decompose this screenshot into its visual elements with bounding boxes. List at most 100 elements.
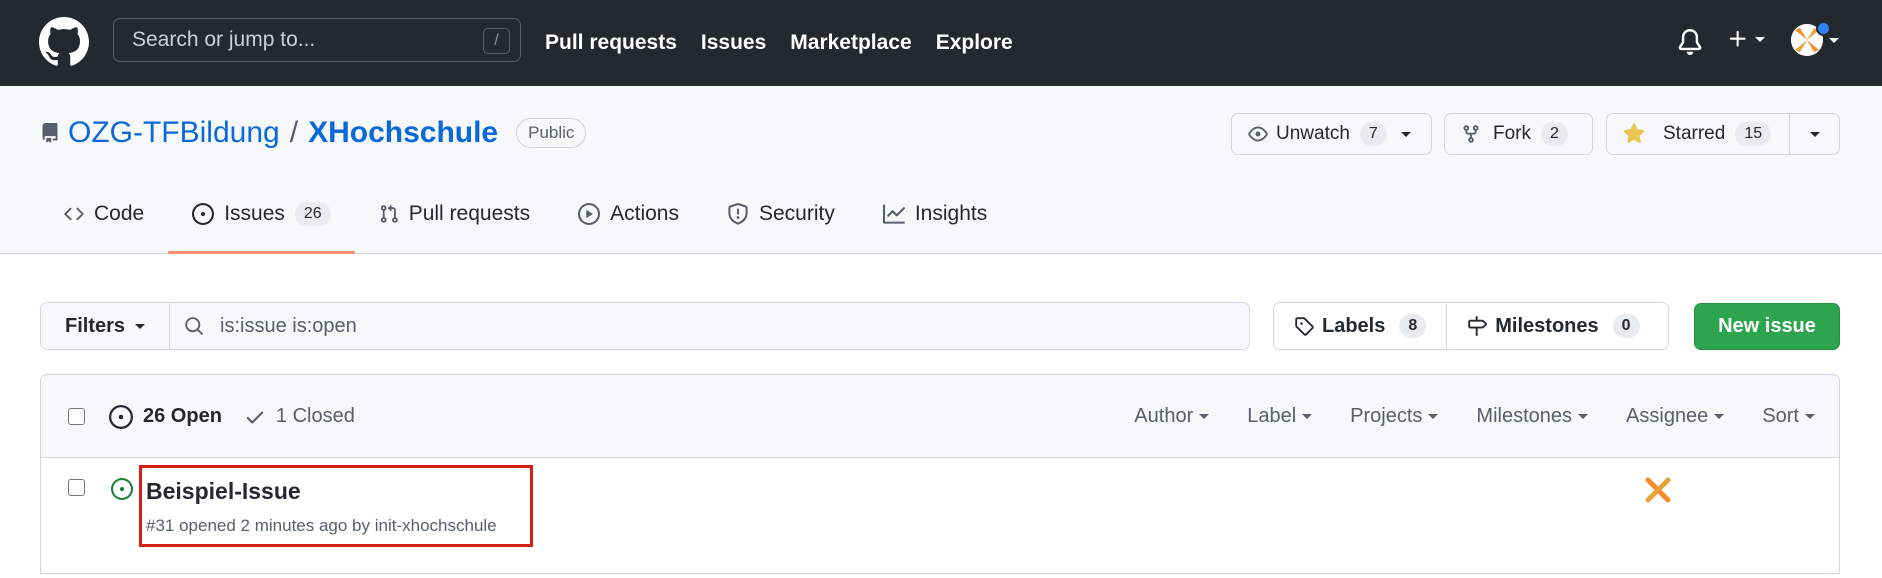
assignee-avatar[interactable] <box>1644 476 1672 504</box>
star-count: 15 <box>1735 122 1772 146</box>
notification-dot <box>1816 21 1831 36</box>
starred-button-group: Starred 15 <box>1606 113 1840 155</box>
projects-filter[interactable]: Projects <box>1350 405 1439 428</box>
star-filled-icon <box>1623 123 1645 143</box>
select-all-checkbox[interactable] <box>68 408 85 425</box>
user-menu[interactable] <box>1791 24 1839 56</box>
milestones-label: Milestones <box>1495 314 1599 337</box>
sort-dropdown[interactable]: Sort <box>1762 405 1815 428</box>
repo-header: OZG-TFBildung / XHochschule Public Unwat… <box>0 86 1882 254</box>
issue-filter-bar: Filters is:issue is:open <box>40 302 1250 350</box>
milestones-filter[interactable]: Milestones <box>1476 405 1589 428</box>
tab-label: Insights <box>914 202 988 225</box>
issue-list-filters: Author Label Projects Milestones Assigne… <box>1134 375 1815 458</box>
filter-label: Milestones <box>1476 405 1573 427</box>
global-search-input[interactable]: Search or jump to... / <box>113 18 521 62</box>
repo-owner-link[interactable]: OZG-TFBildung <box>68 116 280 150</box>
bell-icon[interactable] <box>1677 28 1703 56</box>
table-row[interactable]: Beispiel-Issue #31 opened 2 minutes ago … <box>41 458 1839 578</box>
tab-pull-requests[interactable]: Pull requests <box>355 174 554 254</box>
issue-state-toggle: 26 Open 1 Closed <box>109 375 355 458</box>
labels-button[interactable]: Labels 8 <box>1274 303 1448 349</box>
create-new-menu[interactable] <box>1727 28 1765 50</box>
github-logo-icon[interactable] <box>39 17 89 67</box>
starred-button[interactable]: Starred 15 <box>1607 114 1789 154</box>
git-pull-request-icon <box>380 204 398 223</box>
repo-name-link[interactable]: XHochschule <box>308 116 498 150</box>
unwatch-button[interactable]: Unwatch 7 <box>1231 113 1432 155</box>
issue-checkbox[interactable] <box>68 479 85 496</box>
chevron-down-icon[interactable] <box>1400 131 1411 137</box>
chevron-down-icon <box>1755 36 1765 42</box>
tab-label: Issues <box>224 202 285 225</box>
milestone-icon <box>1468 316 1488 336</box>
tab-label: Code <box>94 202 145 225</box>
issue-search-input[interactable]: is:issue is:open <box>170 303 1249 349</box>
issues-list: 26 Open 1 Closed Author Label Projects M… <box>40 374 1840 574</box>
chevron-down-icon <box>1805 414 1815 419</box>
closed-count-label: 1 Closed <box>275 405 355 427</box>
shield-icon <box>728 203 748 225</box>
tab-actions[interactable]: Actions <box>554 174 703 254</box>
check-icon <box>246 411 264 424</box>
global-header: Search or jump to... / Pull requests Iss… <box>0 0 1882 86</box>
graph-icon <box>882 204 905 224</box>
repo-path-separator: / <box>289 116 299 149</box>
chevron-down-icon <box>1428 414 1439 419</box>
filter-label: Projects <box>1350 405 1423 427</box>
chevron-down-icon <box>1199 414 1210 419</box>
issues-list-header: 26 Open 1 Closed Author Label Projects M… <box>41 375 1839 458</box>
tag-icon <box>1295 317 1314 336</box>
tab-label: Security <box>758 202 835 225</box>
filters-dropdown[interactable]: Filters <box>41 303 171 349</box>
open-issues-filter[interactable]: 26 Open <box>109 404 222 429</box>
plus-icon <box>1729 30 1746 47</box>
filter-label: Sort <box>1762 405 1799 427</box>
nav-issues[interactable]: Issues <box>701 31 766 55</box>
starred-label: Starred <box>1663 123 1726 144</box>
eye-icon <box>1248 126 1268 142</box>
chevron-down-icon <box>135 323 146 329</box>
filter-label: Assignee <box>1626 405 1709 427</box>
assignee-filter[interactable]: Assignee <box>1626 405 1725 428</box>
issues-count-badge: 26 <box>294 202 331 226</box>
filter-label: Author <box>1134 405 1194 427</box>
nav-pull-requests[interactable]: Pull requests <box>545 31 677 55</box>
milestones-count: 0 <box>1612 314 1640 338</box>
labels-label: Labels <box>1322 314 1386 337</box>
chevron-down-icon <box>1302 414 1313 419</box>
issue-search-value: is:issue is:open <box>220 314 357 337</box>
chevron-down-icon <box>1578 414 1589 419</box>
issue-opened-icon <box>192 203 215 225</box>
search-shortcut-key: / <box>483 28 510 54</box>
tab-issues[interactable]: Issues 26 <box>168 174 355 254</box>
labels-milestones-group: Labels 8 Milestones 0 <box>1273 302 1669 350</box>
author-filter[interactable]: Author <box>1134 405 1210 428</box>
code-icon <box>64 207 84 221</box>
star-lists-dropdown[interactable] <box>1790 131 1839 137</box>
global-nav: Pull requests Issues Marketplace Explore <box>545 0 1013 86</box>
search-icon <box>185 317 203 335</box>
label-filter[interactable]: Label <box>1247 405 1313 428</box>
tab-code[interactable]: Code <box>40 174 168 254</box>
tab-security[interactable]: Security <box>703 174 859 254</box>
nav-marketplace[interactable]: Marketplace <box>790 31 911 55</box>
fork-count: 2 <box>1541 122 1568 146</box>
unwatch-label: Unwatch <box>1276 123 1350 144</box>
labels-count: 8 <box>1399 314 1427 338</box>
open-count-label: 26 Open <box>143 405 222 427</box>
milestones-button[interactable]: Milestones 0 <box>1447 303 1659 349</box>
repo-icon <box>42 123 58 143</box>
repo-tabs: Code Issues 26 Pull requests Actions Sec… <box>40 174 1011 254</box>
chevron-down-icon <box>1714 414 1725 419</box>
tab-insights[interactable]: Insights <box>859 174 1011 254</box>
closed-issues-filter[interactable]: 1 Closed <box>244 405 355 428</box>
nav-explore[interactable]: Explore <box>936 31 1013 55</box>
new-issue-button[interactable]: New issue <box>1694 303 1840 350</box>
tab-label: Actions <box>610 202 679 225</box>
watch-count: 7 <box>1359 122 1387 146</box>
filter-label: Label <box>1247 405 1297 427</box>
play-icon <box>578 203 601 225</box>
fork-button[interactable]: Fork 2 <box>1444 113 1593 155</box>
tab-label: Pull requests <box>408 202 531 225</box>
